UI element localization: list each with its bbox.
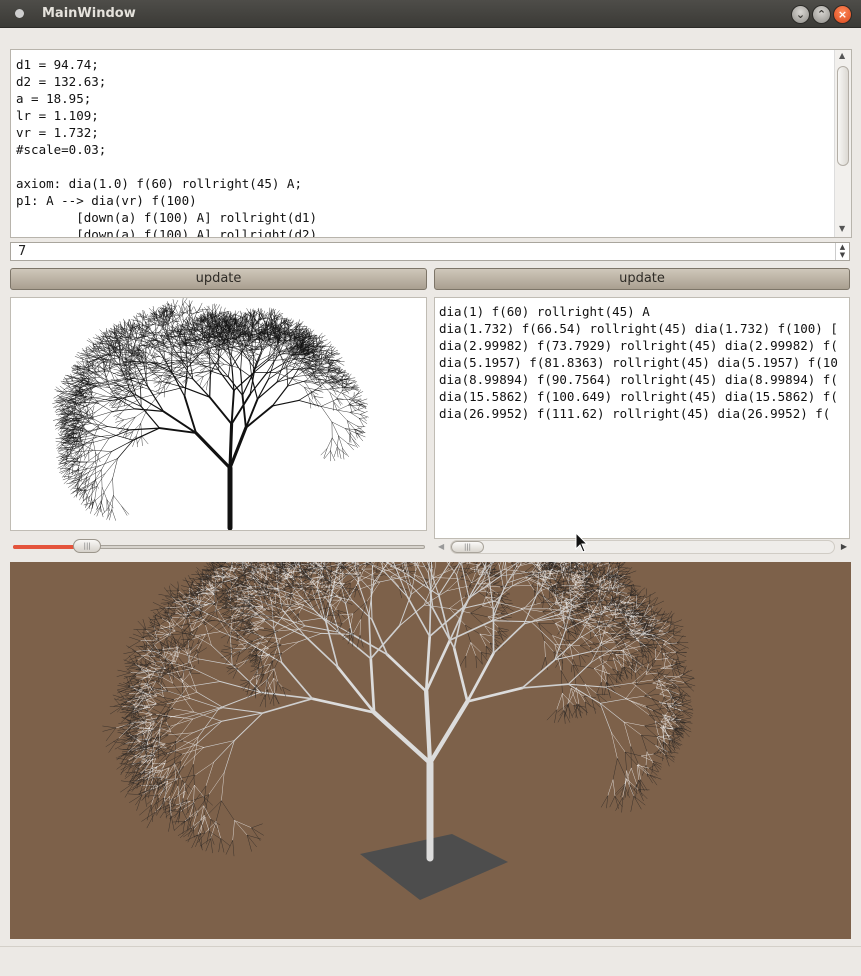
tree-2d-branches (53, 298, 369, 528)
output-line: dia(1) f(60) rollright(45) A (439, 303, 838, 320)
spin-down-icon[interactable]: ▼ (840, 251, 845, 259)
close-button[interactable]: × (833, 5, 852, 24)
tree-3d-branches (103, 562, 695, 858)
update-button-left[interactable]: update (10, 268, 427, 290)
output-line: dia(1.732) f(66.54) rollright(45) dia(1.… (439, 320, 838, 337)
spin-up-icon[interactable]: ▲ (840, 243, 845, 251)
iterations-spinbox[interactable]: 7 ▲▼ (10, 242, 850, 261)
close-icon: × (838, 8, 847, 21)
scroll-down-icon[interactable]: ▼ (839, 224, 845, 233)
code-vertical-scrollbar[interactable]: ▲ ▼ (834, 50, 851, 237)
output-scroll-trough[interactable] (450, 540, 835, 554)
output-line: dia(8.99894) f(90.7564) rollright(45) di… (439, 371, 838, 388)
title-bar: MainWindow ⌄ ⌃ × (0, 0, 861, 28)
lsystem-code-editor[interactable]: d1 = 94.74; d2 = 132.63; a = 18.95; lr =… (10, 49, 852, 238)
mouse-cursor-icon (575, 532, 589, 554)
tree-2d-drawing (11, 298, 426, 530)
tree-3d-render[interactable] (10, 562, 851, 939)
window-title: MainWindow (42, 6, 136, 21)
scroll-up-icon[interactable]: ▲ (839, 51, 845, 60)
tree-3d-viewport[interactable] (10, 562, 851, 939)
output-line: dia(5.1957) f(81.8363) rollright(45) dia… (439, 354, 838, 371)
minimize-button[interactable]: ⌄ (791, 5, 810, 24)
scale-slider-handle[interactable]: ||| (73, 539, 101, 553)
output-line: dia(2.99982) f(73.7929) rollright(45) di… (439, 337, 838, 354)
output-line: dia(15.5862) f(100.649) rollright(45) di… (439, 388, 838, 405)
code-scroll-thumb[interactable] (837, 66, 849, 166)
iterations-value[interactable]: 7 (18, 244, 26, 259)
output-line: dia(26.9952) f(111.62) rollright(45) dia… (439, 405, 838, 422)
window-menu-icon[interactable] (15, 9, 24, 18)
chevron-down-icon: ⌄ (796, 8, 805, 21)
output-horizontal-scrollbar[interactable]: ◀ ||| ▶ (434, 540, 850, 555)
scroll-left-icon[interactable]: ◀ (438, 542, 444, 551)
status-bar (0, 946, 861, 976)
code-text[interactable]: d1 = 94.74; d2 = 132.63; a = 18.95; lr =… (16, 56, 317, 238)
update-button-right[interactable]: update (434, 268, 850, 290)
maximize-button[interactable]: ⌃ (812, 5, 831, 24)
chevron-up-icon: ⌃ (817, 8, 826, 21)
output-lines: dia(1) f(60) rollright(45) Adia(1.732) f… (439, 303, 838, 422)
scroll-right-icon[interactable]: ▶ (841, 542, 847, 551)
spin-buttons[interactable]: ▲▼ (835, 243, 849, 260)
lsystem-output-text[interactable]: dia(1) f(60) rollright(45) Adia(1.732) f… (434, 297, 850, 539)
tree-2d-preview (10, 297, 427, 531)
ground-plane (360, 834, 508, 900)
output-scroll-thumb[interactable]: ||| (451, 541, 484, 553)
